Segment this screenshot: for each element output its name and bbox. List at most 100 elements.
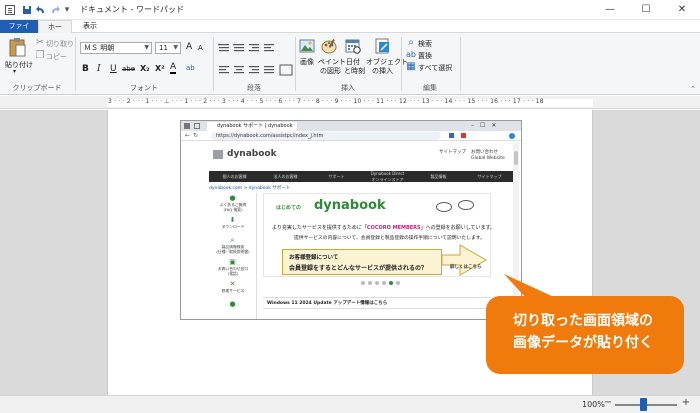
tab-home[interactable]: ホーム [38,20,72,44]
select-all-button[interactable]: すべて選択 [418,63,452,73]
banner-prefix: はじめての [276,205,302,211]
insert-object-icon[interactable] [375,38,391,54]
banner-line2: 提供サービスの内容について、会員登録と製品登録の操作手順について説明いたします。 [294,236,485,241]
align-right-icon[interactable] [248,64,260,76]
insert-group-label: 挿入 [341,84,355,92]
redo-icon[interactable] [50,5,60,15]
bullet-list-icon[interactable] [248,42,260,54]
site-nav-item: Dynabook Direct オンラインストア [370,171,405,182]
line-spacing-icon[interactable] [263,42,275,54]
banner-line1: より充実したサービスを提供するために「COCORO MEMBERS」への登録をお… [272,224,495,231]
highlight-button[interactable]: ab [186,64,195,72]
side-menu-label: よくあるご質問 (FAQ 検索) [219,203,247,212]
strikethrough-button[interactable]: abe [122,65,135,73]
cut-button[interactable]: 切り取り [46,39,74,49]
side-menu-item: ● [209,299,257,319]
increase-indent-icon[interactable] [233,42,245,54]
copy-icon: ❐ [35,50,45,61]
side-menu-item: ✕ 修理サービス [209,279,257,299]
tab-view[interactable]: 表示 [76,20,104,33]
carousel-dots [361,281,431,285]
site-nav: 個人のお客様 法人のお客様 サポート Dynabook Direct オンライン… [209,171,515,182]
bold-button[interactable]: B [82,64,89,74]
copy-button[interactable]: コピー [46,52,67,62]
browser-edge-icon [509,133,515,139]
italic-button[interactable]: I [97,64,101,74]
close-button[interactable]: ✕ [664,0,700,20]
paint-drawing-icon[interactable] [321,38,337,54]
side-menu-item: ● よくあるご質問 (FAQ 検索) [209,193,257,213]
paint-drawing-button-line2: の図形 [320,67,341,75]
ribbon-tab-strip: ファイル ホーム 表示 [0,20,700,44]
save-icon[interactable] [22,5,32,15]
browser-window-controls: –☐✕ [471,122,503,129]
window-title: ドキュメント - ワードパッド [80,5,184,14]
picture-icon[interactable] [299,38,315,54]
paragraph-settings-icon[interactable] [279,64,291,76]
justify-icon[interactable] [263,64,275,76]
edit-group-label: 編集 [423,84,437,92]
chevron-down-icon: ▼ [144,44,149,51]
zoom-out-button[interactable]: − [603,397,613,409]
browser-url: https://dynabook.com/assistpc/index_j.ht… [211,132,441,140]
dynabook-logo-mark [213,150,223,159]
font-color-button[interactable]: A [170,63,177,74]
bird-illustration [436,202,452,212]
chevron-down-icon: ▼ [173,44,178,51]
grow-font-button[interactable]: A [186,42,192,52]
insert-object-button-line2: の挿入 [372,67,393,75]
paste-icon[interactable] [8,37,26,57]
superscript-button[interactable]: X² [155,64,165,73]
banner-title: dynabook [314,198,386,213]
align-left-icon[interactable] [218,64,230,76]
underline-button[interactable]: U [110,64,117,74]
shrink-font-button[interactable]: A [198,44,203,52]
site-nav-item: サポート [328,174,345,179]
browser-nav-arrows: ←↻ [185,132,202,139]
zoom-slider-thumb[interactable] [640,398,647,411]
side-menu-label: 修理サービス [221,289,245,293]
site-nav-item: サイトマップ [477,174,502,179]
replace-button[interactable]: 置換 [418,51,432,61]
paste-button[interactable]: 貼り付け [5,60,33,70]
browser-tab-strip: dynabook サポート | dynabook –☐✕ [181,121,521,131]
zoom-level: 100% [582,400,605,409]
download-icon: ⬇ [229,216,236,224]
site-nav-item: 法人のお客様 [273,174,298,179]
site-breadcrumb: dynabook.com > dynabook サポート [209,186,291,191]
banner-more-link: 詳しくはこちら [450,265,482,270]
search-icon: ⌕ [230,236,235,244]
minimize-button[interactable]: — [592,0,628,20]
wrench-icon: ✕ [229,280,236,288]
decrease-indent-icon[interactable] [218,42,230,54]
font-name-combo[interactable]: ＭＳ 明朝 ▼ [80,42,152,54]
scissors-icon: ✂ [35,37,45,48]
font-size-combo[interactable]: 11 ▼ [155,42,181,54]
picture-button[interactable]: 画像 [300,57,314,67]
zoom-in-button[interactable]: + [681,397,691,409]
paste-dropdown-arrow[interactable]: ▾ [13,68,16,75]
browser-window-icon [184,123,190,129]
wordpad-app-icon[interactable] [5,5,15,15]
tab-file[interactable]: ファイル [0,20,38,43]
dynabook-logo: dynabook [227,149,277,159]
paragraph-group-label: 段落 [247,84,261,92]
undo-icon[interactable] [36,5,46,15]
side-menu-label: 製品情報検索 (仕様／取扱説明書) [216,245,250,254]
pasted-screenshot-image[interactable]: dynabook サポート | dynabook –☐✕ ←↻ https://… [180,120,522,320]
subscript-button[interactable]: X₂ [140,64,150,73]
font-size-value: 11 [159,44,168,52]
customize-quick-access-button[interactable]: ▾ [62,5,72,15]
callout-line1: 切り取った画面領域の [513,313,653,329]
clipboard-group-label: クリップボード [12,84,62,92]
maximize-button[interactable]: ☐ [628,0,664,20]
site-scrollbar-thumb [514,151,518,165]
find-button[interactable]: 検索 [418,39,432,49]
select-all-icon: ▦ [406,61,416,72]
align-center-icon[interactable] [233,64,245,76]
site-nav-item: 個人のお客様 [222,174,247,179]
calendar-clock-icon[interactable] [345,38,361,54]
font-group-label: フォント [130,84,158,92]
ruler-scale: 3 · · · 2 · · · 1 · · · ⊥ · · · 1 · · · … [108,98,544,105]
collapse-ribbon-icon[interactable]: ⌃ [690,85,696,93]
